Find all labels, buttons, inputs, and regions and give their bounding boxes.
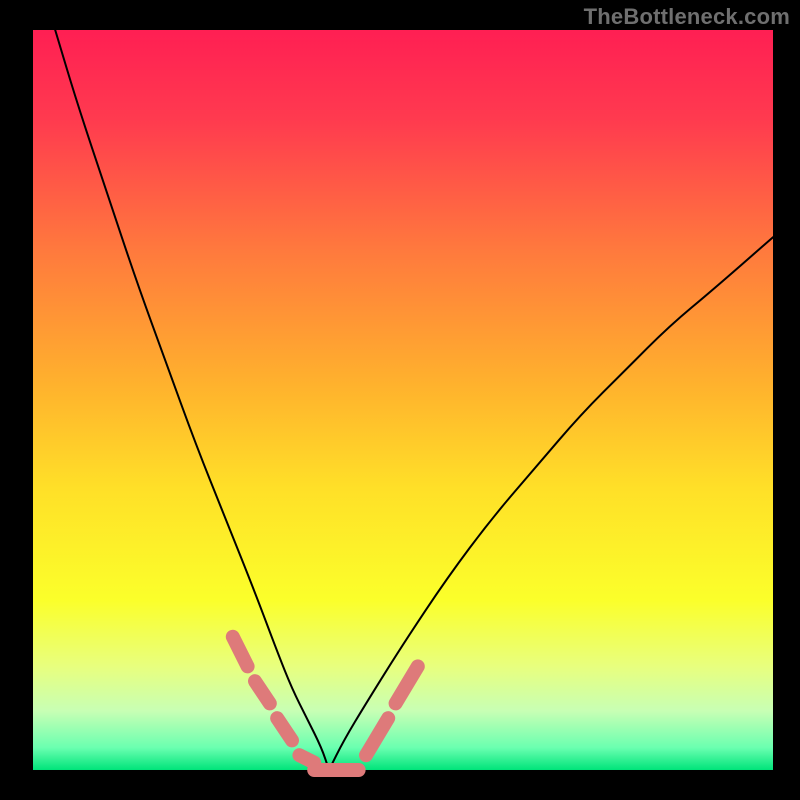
sweet-spot-segment [299, 755, 314, 762]
chart-frame: TheBottleneck.com [0, 0, 800, 800]
plot-area [33, 30, 773, 770]
bottleneck-plot [0, 0, 800, 800]
watermark-label: TheBottleneck.com [584, 4, 790, 30]
